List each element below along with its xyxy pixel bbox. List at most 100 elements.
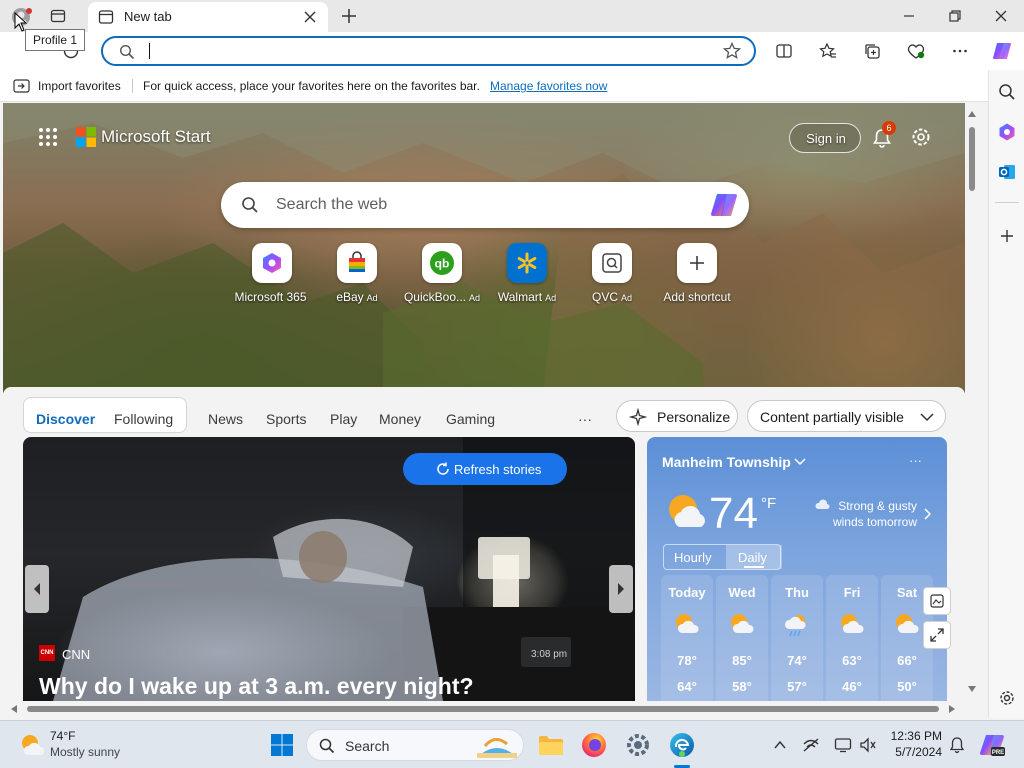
horizontal-scroll-thumb[interactable]: [27, 706, 939, 712]
firefox-icon[interactable]: [578, 729, 610, 761]
weather-widget-icon[interactable]: [20, 733, 44, 757]
feed-more-button[interactable]: ···: [578, 411, 592, 427]
tab-actions-icon[interactable]: [50, 8, 66, 24]
mouse-cursor-icon: [14, 12, 28, 32]
ebay-tile[interactable]: [337, 243, 377, 283]
split-screen-icon[interactable]: [771, 39, 797, 63]
web-search-box[interactable]: Search the web: [221, 182, 749, 228]
favorites-icon[interactable]: [815, 39, 841, 63]
location-chevron-down-icon[interactable]: [794, 457, 806, 467]
toggle-daily[interactable]: Daily: [738, 550, 767, 565]
close-tab-icon[interactable]: [304, 11, 316, 23]
microsoft365-tile[interactable]: [252, 243, 292, 283]
toggle-hourly[interactable]: Hourly: [674, 550, 712, 565]
shortcut-qvc[interactable]: QVC Ad: [567, 243, 657, 305]
content-visibility-dropdown[interactable]: Content partially visible: [747, 400, 946, 432]
previous-story-button[interactable]: [25, 565, 49, 613]
address-bar[interactable]: [101, 36, 756, 66]
tab-gaming[interactable]: Gaming: [446, 411, 495, 427]
import-favorites-link[interactable]: Import favorites: [38, 79, 121, 93]
tab-new-tab[interactable]: New tab: [88, 2, 328, 32]
volume-muted-icon[interactable]: [852, 729, 884, 761]
weather-location[interactable]: Manheim Township: [662, 454, 791, 470]
sidebar-microsoft365-icon[interactable]: [993, 118, 1021, 146]
shortcut-quickbooks[interactable]: qb QuickBoo... Ad: [397, 243, 487, 305]
close-window-button[interactable]: [978, 0, 1024, 32]
app-launcher-icon[interactable]: [38, 127, 58, 147]
taskbar-date[interactable]: 5/7/2024: [882, 745, 942, 759]
story-headline[interactable]: Why do I wake up at 3 a.m. every night?: [39, 673, 474, 700]
notification-center-bell-icon[interactable]: [941, 729, 973, 761]
sidebar-search-icon[interactable]: [993, 78, 1021, 106]
temperature-unit[interactable]: °F: [761, 495, 776, 512]
sidebar-outlook-icon[interactable]: [993, 158, 1021, 186]
settings-app-icon[interactable]: [622, 729, 654, 761]
tab-sports[interactable]: Sports: [266, 411, 306, 427]
tab-following[interactable]: Following: [114, 411, 173, 427]
qvc-tile[interactable]: [592, 243, 632, 283]
walmart-spark-icon: [517, 252, 537, 274]
restore-button[interactable]: [932, 0, 978, 32]
shortcut-add[interactable]: Add shortcut: [652, 243, 742, 305]
taskbar-weather-desc[interactable]: Mostly sunny: [50, 745, 120, 759]
taskbar-time[interactable]: 12:36 PM: [882, 729, 942, 743]
copilot-search-icon[interactable]: [709, 192, 739, 218]
tab-money[interactable]: Money: [379, 411, 421, 427]
network-status-icon[interactable]: [795, 729, 827, 761]
sparkle-icon: [629, 408, 647, 426]
file-explorer-icon[interactable]: [535, 729, 567, 761]
forecast-low: 58°: [732, 679, 752, 694]
rain-showers-icon: [784, 613, 810, 640]
tab-play[interactable]: Play: [330, 411, 357, 427]
weather-alert-chevron-icon[interactable]: [924, 508, 932, 520]
minimize-button[interactable]: [886, 0, 932, 32]
taskbar-weather-temp[interactable]: 74°F: [50, 729, 75, 743]
forecast-day-label: Fri: [843, 585, 861, 600]
vertical-scrollbar[interactable]: [965, 103, 979, 701]
horizontal-scrollbar[interactable]: [3, 701, 965, 717]
weather-more-button[interactable]: ···: [909, 453, 922, 468]
refresh-stories-button[interactable]: Refresh stories: [403, 453, 567, 485]
edge-browser-icon[interactable]: [666, 729, 698, 761]
tab-news[interactable]: News: [208, 411, 243, 427]
change-background-button[interactable]: [923, 587, 951, 615]
import-favorites-icon[interactable]: [13, 78, 31, 94]
sidebar-settings-icon[interactable]: [993, 684, 1021, 712]
next-story-button[interactable]: [609, 565, 633, 613]
quickbooks-tile[interactable]: qb: [422, 243, 462, 283]
forecast-day-today[interactable]: Today 78° 64°: [661, 575, 713, 701]
content-visibility-label: Content partially visible: [760, 409, 904, 425]
weather-card[interactable]: Manheim Township ··· 74 °F Strong & gust…: [647, 437, 947, 701]
personalize-button[interactable]: Personalize: [616, 400, 738, 432]
brand-title[interactable]: Microsoft Start: [101, 127, 211, 147]
more-options-icon[interactable]: [947, 39, 973, 63]
story-source[interactable]: CNN: [62, 647, 90, 662]
collections-icon[interactable]: [859, 39, 885, 63]
taskbar-search-box[interactable]: Search: [306, 729, 524, 761]
forecast-day-fri[interactable]: Fri 63° 46°: [826, 575, 878, 701]
favorite-star-icon[interactable]: [723, 42, 741, 60]
copilot-taskbar-icon[interactable]: PRE: [976, 729, 1008, 761]
shortcut-walmart[interactable]: Walmart Ad: [482, 243, 572, 305]
shortcut-microsoft365[interactable]: Microsoft 365: [227, 243, 317, 305]
vertical-scroll-thumb[interactable]: [969, 127, 975, 191]
text-caret: [149, 43, 150, 59]
new-tab-plus-icon[interactable]: [340, 7, 358, 25]
forecast-toggle: Hourly Daily: [663, 544, 782, 570]
tab-discover[interactable]: Discover: [36, 411, 95, 427]
forecast-day-wed[interactable]: Wed 85° 58°: [716, 575, 768, 701]
copilot-icon[interactable]: [989, 39, 1015, 63]
expand-button[interactable]: [923, 621, 951, 649]
page-settings-gear-icon[interactable]: [910, 126, 932, 148]
browser-essentials-icon[interactable]: [903, 39, 929, 63]
forecast-day-thu[interactable]: Thu 74° 57°: [771, 575, 823, 701]
walmart-tile[interactable]: [507, 243, 547, 283]
show-hidden-icons-chevron-icon[interactable]: [764, 729, 796, 761]
sign-in-button[interactable]: Sign in: [789, 123, 861, 153]
add-shortcut-tile[interactable]: [677, 243, 717, 283]
top-story-card[interactable]: 3:08 pm Refresh stories CNN CNN Why do I…: [23, 437, 635, 701]
shortcut-ebay[interactable]: eBay Ad: [312, 243, 402, 305]
manage-favorites-link[interactable]: Manage favorites now: [490, 79, 607, 93]
start-button[interactable]: [266, 729, 298, 761]
sidebar-add-icon[interactable]: [993, 222, 1021, 250]
